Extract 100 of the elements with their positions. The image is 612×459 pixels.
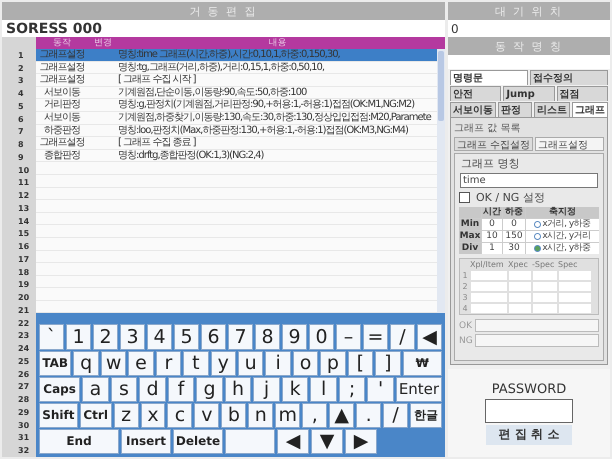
keyboard-key[interactable]: i [265,350,291,376]
tab[interactable]: 그래프설정 [535,137,604,151]
tab[interactable]: 접수정의 [530,70,608,85]
checkbox[interactable] [459,192,470,203]
grid-cell[interactable] [532,270,558,281]
tab[interactable]: 그래프 [572,102,608,117]
keyboard-key[interactable]: End [39,428,119,454]
keyboard-key[interactable]: Caps [39,376,80,402]
keyboard-key[interactable]: 1 [66,324,91,350]
keyboard-key[interactable]: ] [375,350,401,376]
keyboard-key[interactable]: b [221,402,246,428]
keyboard-key[interactable]: 2 [93,324,118,350]
keyboard-key[interactable]: o [292,350,318,376]
grid-cell[interactable] [532,281,558,292]
cancel-edit-button[interactable]: 편 집 취 소 [486,424,572,444]
input-field[interactable] [475,319,599,332]
tab[interactable]: 안전 [450,86,502,101]
keyboard-key[interactable]: x [140,402,166,428]
keyboard-key[interactable]: 한글 [410,402,442,428]
keyboard-key[interactable]: . [356,402,382,428]
keyboard-key[interactable]: 0 [309,324,334,350]
table-row[interactable]: 서보이동 기계원점,단순이동,이동량:90,속도:50,하중:100 [36,86,437,100]
keyboard-key[interactable]: [ [348,350,374,376]
grid-cell[interactable] [470,303,508,314]
table-row[interactable]: 거리판정 명칭:g,판정치(기계원점,거리판정:90,+허용:1,-허용:1)접점(OK:M1,NG:M2) [36,99,437,112]
keyboard-key[interactable]: Enter [396,376,442,402]
keyboard-key[interactable]: , [302,402,328,428]
keyboard-key[interactable]: q [73,350,99,376]
radio-button[interactable] [534,233,542,240]
keyboard-key[interactable]: p [320,350,346,376]
keyboard-key[interactable]: ▼ [311,428,343,454]
keyboard-key[interactable]: u [238,350,264,376]
keyboard-key[interactable]: y [210,350,236,376]
input-field[interactable] [475,334,599,347]
keyboard-key[interactable]: h [224,376,252,402]
keyboard-key[interactable]: 6 [201,324,226,350]
tab[interactable]: 판정 [498,102,532,117]
table-row[interactable]: 종합판정 명칭:drftg,종합판정(OK:1,3)(NG:2,4) [36,150,437,162]
keyboard-key[interactable]: 8 [255,324,280,350]
keyboard-key[interactable]: / [390,324,415,350]
keyboard-key[interactable]: 9 [282,324,307,350]
keyboard-key[interactable]: v [194,402,220,428]
keyboard-key[interactable]: Shift [39,402,78,428]
grid-cell[interactable] [470,292,508,303]
grid-cell[interactable] [558,292,592,303]
keyboard-key[interactable]: 4 [147,324,172,350]
keyboard-key[interactable]: – [336,324,361,350]
keyboard-key[interactable]: n [248,402,274,428]
keyboard-key[interactable]: / [383,402,408,428]
grid-cell[interactable] [558,281,592,292]
grid-cell[interactable] [470,281,508,292]
radio-button[interactable] [534,245,542,252]
grid-cell[interactable] [508,292,532,303]
keyboard-key[interactable]: Delete [173,428,223,454]
keyboard-key[interactable]: ▶ [345,428,377,454]
tab[interactable]: 명령문 [450,70,528,85]
table-row[interactable]: 그래프설정 [ 그래프 수집 종료 ] [36,137,437,150]
radio-button[interactable] [534,221,542,228]
keyboard-key[interactable]: 3 [120,324,145,350]
tab[interactable]: Jump [503,86,555,101]
keyboard-key[interactable]: l [310,376,337,402]
table-row[interactable]: 그래프설정 명칭:tg,그래프(거리,하중),거리:0,15,1,하중:0,50,10, [36,62,437,74]
grid-cell[interactable] [532,303,558,314]
tab[interactable]: 접점 [556,86,608,101]
keyboard-key[interactable]: j [253,376,280,402]
grid-cell[interactable] [558,270,592,281]
keyboard-key[interactable]: g [196,376,223,402]
scrollbar[interactable] [437,49,445,314]
grid-cell[interactable] [508,281,532,292]
keyboard-key[interactable]: Ctrl [80,402,112,428]
keyboard-key[interactable]: ` [39,324,64,350]
keyboard-key[interactable]: 7 [228,324,253,350]
keyboard-key[interactable]: d [139,376,166,402]
input-field[interactable]: time [460,173,598,188]
grid-cell[interactable] [532,292,558,303]
tab[interactable]: 리스트 [534,102,570,117]
keyboard-key[interactable]: TAB [39,350,72,376]
motion-name-field[interactable] [448,55,610,69]
tab[interactable]: 그래프 수집설정 [454,137,534,151]
tab[interactable]: 서보이동 [450,102,496,117]
table-row[interactable]: 그래프설정 [ 그래프 수집 시작 ] [36,74,437,87]
grid-cell[interactable] [470,270,508,281]
keyboard-key[interactable]: z [114,402,139,428]
keyboard-key[interactable]: k [282,376,308,402]
keyboard-key[interactable]: ◀ [417,324,442,350]
keyboard-key[interactable]: t [183,350,209,376]
keyboard-key[interactable]: e [128,350,154,376]
blank-key[interactable] [225,428,275,454]
keyboard-key[interactable]: f [168,376,194,402]
grid-cell[interactable] [508,303,532,314]
keyboard-key[interactable]: w [100,350,126,376]
keyboard-key[interactable]: ▲ [329,402,354,428]
keyboard-key[interactable]: m [275,402,300,428]
keyboard-key[interactable]: 5 [174,324,199,350]
keyboard-key[interactable]: s [110,376,138,402]
keyboard-key[interactable]: ; [338,376,366,402]
keyboard-key[interactable]: c [167,402,192,428]
keyboard-key[interactable]: ₩ [402,350,442,376]
keyboard-key[interactable]: a [82,376,109,402]
keyboard-key[interactable]: r [156,350,182,376]
